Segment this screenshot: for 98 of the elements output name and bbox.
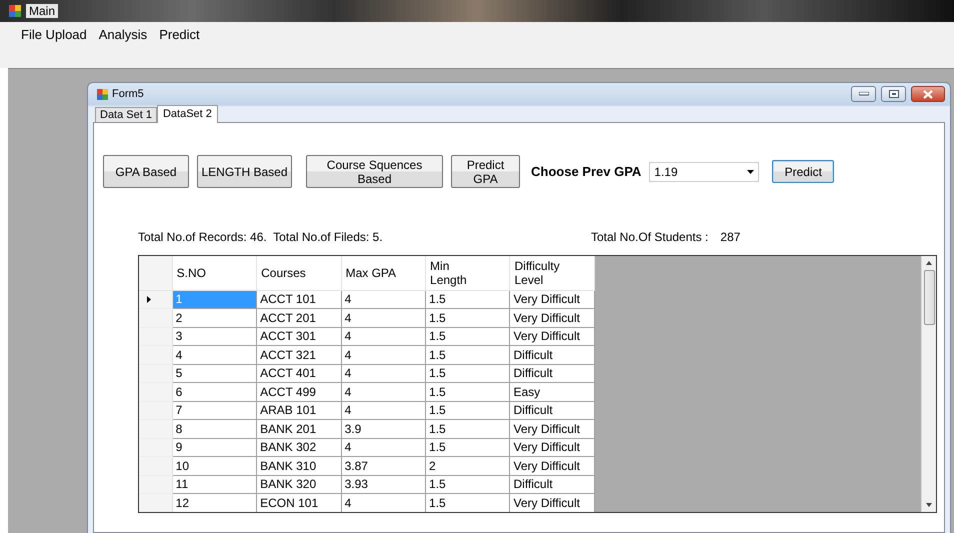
- table-cell: 1.5: [426, 290, 510, 308]
- table-cell: 4: [341, 438, 426, 456]
- menu-item[interactable]: File Upload: [15, 27, 93, 43]
- table-cell: 1.5: [426, 327, 510, 346]
- table-cell: 12: [172, 494, 257, 512]
- tab[interactable]: DataSet 2: [156, 105, 218, 123]
- table-cell: 8: [172, 420, 257, 438]
- column-header[interactable]: S.NO: [172, 256, 257, 290]
- table-cell: Difficult: [510, 346, 594, 364]
- action-button[interactable]: LENGTH Based: [197, 155, 292, 188]
- table-cell: ACCT 101: [256, 290, 342, 308]
- scroll-up-icon: [926, 261, 932, 265]
- table-cell: Very Difficult: [510, 438, 594, 456]
- table-cell: 5: [172, 364, 257, 382]
- table-cell: Very Difficult: [510, 456, 594, 475]
- current-row-icon: [147, 296, 151, 304]
- table-cell: 1.5: [426, 401, 510, 420]
- table-cell: 1.5: [426, 364, 510, 382]
- students-label: Total No.Of Students :: [591, 230, 708, 244]
- table-cell: 6: [172, 382, 257, 401]
- table-cell: Very Difficult: [510, 494, 594, 512]
- table-cell: 4: [341, 494, 426, 512]
- action-button[interactable]: Course Squences Based: [306, 155, 443, 188]
- table-cell: Difficult: [510, 475, 594, 494]
- table-cell: ACCT 201: [256, 308, 342, 327]
- menu-item[interactable]: Analysis: [92, 27, 154, 43]
- dropdown-caret-icon: [747, 170, 754, 174]
- row-header[interactable]: [139, 290, 172, 308]
- table-cell: 2: [172, 308, 257, 327]
- scroll-down-icon: [926, 503, 932, 507]
- table-cell: 4: [341, 290, 426, 308]
- restore-icon: [888, 90, 898, 98]
- field-label: Choose Prev GPA: [531, 164, 642, 179]
- table-cell: 1.5: [426, 308, 510, 327]
- table-cell: Very Difficult: [510, 290, 594, 308]
- table-cell: Easy: [510, 382, 594, 401]
- close-button[interactable]: [911, 86, 945, 102]
- students-count: 287: [720, 230, 740, 244]
- table-cell: 4: [341, 364, 426, 382]
- restore-button[interactable]: [881, 86, 906, 102]
- table-cell: Very Difficult: [510, 420, 594, 438]
- table-cell: 4: [341, 308, 426, 327]
- table-cell: 4: [341, 401, 426, 420]
- table-cell: 1.5: [426, 382, 510, 401]
- table-cell: 4: [341, 327, 426, 346]
- table-cell: 1.5: [426, 438, 510, 456]
- table-cell: 9: [172, 438, 257, 456]
- menu-item[interactable]: Predict: [153, 27, 206, 43]
- table-cell: BANK 201: [256, 420, 342, 438]
- table-cell: Very Difficult: [510, 327, 594, 346]
- table-cell: 3: [172, 327, 257, 346]
- table-cell: 7: [172, 401, 257, 420]
- table-cell: 11: [172, 475, 257, 494]
- table-cell: 2: [426, 456, 510, 475]
- column-header[interactable]: Courses: [256, 256, 342, 290]
- table-cell: 4: [341, 346, 426, 364]
- column-header[interactable]: Difficulty Level: [510, 256, 594, 290]
- predict-button[interactable]: Predict: [772, 160, 834, 183]
- action-button[interactable]: Predict GPA: [451, 155, 520, 188]
- table-cell: BANK 320: [256, 475, 342, 494]
- vertical-scrollbar[interactable]: [921, 256, 936, 512]
- app-icon: [97, 88, 108, 100]
- scroll-thumb[interactable]: [924, 270, 934, 325]
- table-cell: 1.5: [426, 494, 510, 512]
- minimize-button[interactable]: [851, 86, 876, 102]
- app-icon: [9, 5, 21, 17]
- table-cell: ARAB 101: [256, 401, 342, 420]
- column-header[interactable]: Min Length: [426, 256, 510, 290]
- table-cell: 1.5: [426, 420, 510, 438]
- table-cell: ACCT 499: [256, 382, 342, 401]
- table-cell: Difficult: [510, 401, 594, 420]
- table-cell: ECON 101: [256, 494, 342, 512]
- minimize-icon: [858, 92, 868, 96]
- table-cell: 3.87: [341, 456, 426, 475]
- table-cell: BANK 310: [256, 456, 342, 475]
- records-summary: Total No.of Records: 46. Total No.of Fileds: 5.: [138, 230, 384, 244]
- corner-header: [139, 256, 172, 290]
- column-header[interactable]: Max GPA: [341, 256, 426, 290]
- table-cell: ACCT 321: [256, 346, 342, 364]
- table-cell: 10: [172, 456, 257, 475]
- tab[interactable]: Data Set 1: [95, 107, 157, 122]
- action-button[interactable]: GPA Based: [103, 155, 189, 188]
- table-cell: 3.9: [341, 420, 426, 438]
- table-cell: 1.5: [426, 475, 510, 494]
- table-cell: 1: [172, 290, 257, 308]
- close-icon: [923, 90, 933, 98]
- table-cell: ACCT 401: [256, 364, 342, 382]
- gpa-dropdown[interactable]: 1.19: [649, 162, 760, 182]
- table-cell: 3.93: [341, 475, 426, 494]
- table-cell: ACCT 301: [256, 327, 342, 346]
- window-title: Form5: [112, 88, 144, 100]
- table-cell: Very Difficult: [510, 308, 594, 327]
- table-cell: 4: [172, 346, 257, 364]
- window-title: Main: [26, 4, 58, 18]
- table-cell: BANK 302: [256, 438, 342, 456]
- table-cell: Difficult: [510, 364, 594, 382]
- table-cell: 1.5: [426, 346, 510, 364]
- table-cell: 4: [341, 382, 426, 401]
